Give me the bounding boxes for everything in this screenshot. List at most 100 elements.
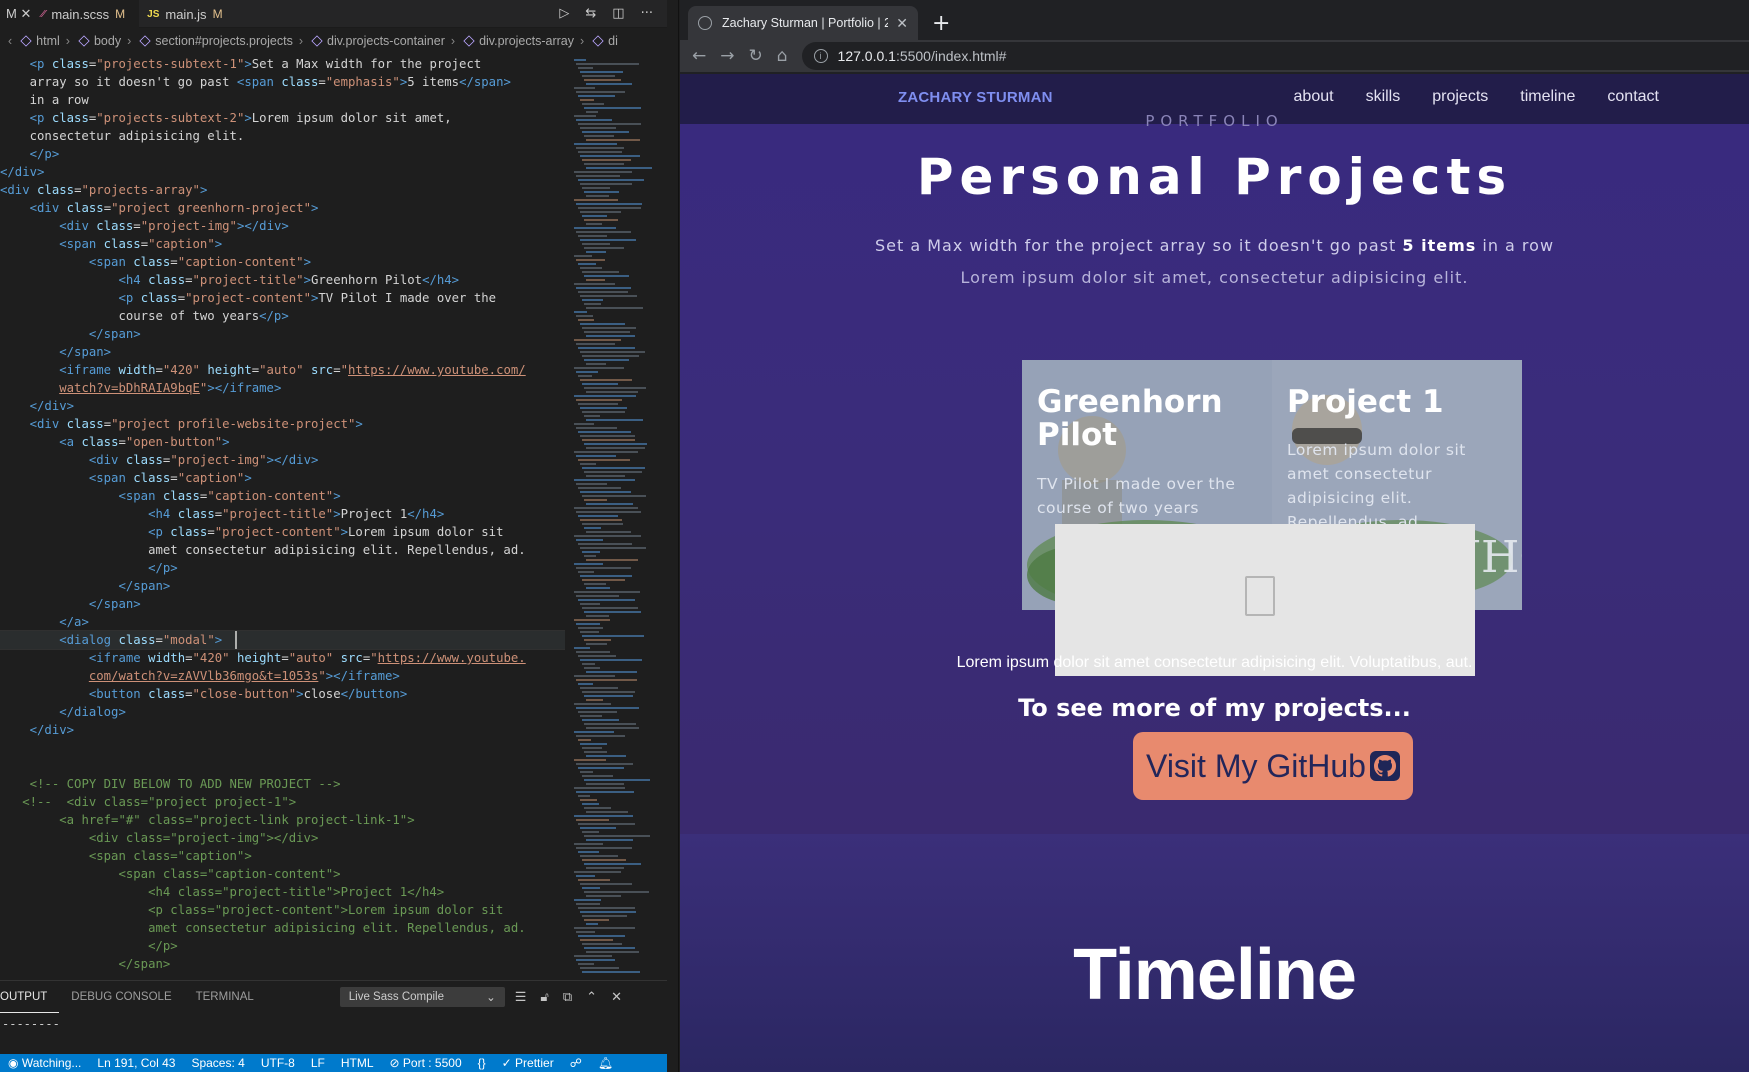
code-line[interactable]: <h4 class="project-title">Project 1</h4>: [0, 883, 565, 901]
breadcrumb-item[interactable]: › div.projects-container: [293, 34, 445, 48]
minimap[interactable]: [572, 55, 652, 975]
code-area[interactable]: <p class="projects-subtext-1">Set a Max …: [0, 55, 565, 975]
code-line[interactable]: <div class="project-img"></div>: [0, 451, 565, 469]
code-line[interactable]: <iframe width="420" height="auto" src="h…: [0, 361, 565, 379]
tab-output[interactable]: OUTPUT: [0, 981, 60, 1013]
home-icon[interactable]: ⌂: [777, 46, 788, 66]
nav-contact[interactable]: contact: [1607, 88, 1659, 106]
code-line[interactable]: <iframe width="420" height="auto" src="h…: [0, 649, 565, 667]
compare-icon[interactable]: ⇆: [585, 6, 596, 21]
live-server-port[interactable]: ⊘ Port : 5500: [390, 1056, 462, 1070]
back-icon[interactable]: ←: [692, 46, 706, 66]
code-line[interactable]: </div>: [0, 721, 565, 739]
prettier-status[interactable]: ✓ Prettier: [502, 1056, 554, 1070]
code-line[interactable]: <button class="close-button">close</butt…: [0, 685, 565, 703]
code-line[interactable]: <!-- COPY DIV BELOW TO ADD NEW PROJECT -…: [0, 775, 565, 793]
code-line[interactable]: </span>: [0, 325, 565, 343]
site-info-icon[interactable]: i: [813, 49, 828, 63]
end-of-line[interactable]: LF: [311, 1056, 325, 1070]
code-line[interactable]: <a href="#" class="project-link project-…: [0, 811, 565, 829]
cursor-position[interactable]: Ln 191, Col 43: [97, 1056, 175, 1070]
code-line[interactable]: array so it doesn't go past <span class=…: [0, 73, 565, 91]
code-line[interactable]: </p>: [0, 145, 565, 163]
copy-icon[interactable]: ⧉: [563, 989, 572, 1005]
code-line[interactable]: <span class="caption-content">: [0, 487, 565, 505]
close-icon[interactable]: M ✕: [0, 0, 34, 28]
new-tab-button[interactable]: +: [932, 11, 950, 36]
code-line[interactable]: <dialog class="modal">: [0, 630, 565, 650]
code-line[interactable]: </p>: [0, 559, 565, 577]
code-line[interactable]: <span class="caption">: [0, 847, 565, 865]
breadcrumb-item[interactable]: › div.projects-array: [445, 34, 574, 48]
bell-icon[interactable]: 🔔︎: [598, 1056, 613, 1070]
address-bar[interactable]: i 127.0.0.1:5500/index.html#: [801, 42, 1749, 70]
run-icon[interactable]: ▷: [559, 6, 569, 21]
breadcrumb-item[interactable]: ‹ html: [2, 34, 60, 48]
code-line[interactable]: amet consectetur adipisicing elit. Repel…: [0, 919, 565, 937]
reload-icon[interactable]: ↻: [749, 46, 763, 66]
code-line[interactable]: </a>: [0, 613, 565, 631]
code-line[interactable]: </span>: [0, 955, 565, 973]
code-line[interactable]: <h4 class="project-title">Greenhorn Pilo…: [0, 271, 565, 289]
close-tab-icon[interactable]: ✕: [896, 15, 908, 32]
split-editor-icon[interactable]: ◫: [612, 6, 624, 21]
indentation[interactable]: Spaces: 4: [191, 1056, 244, 1070]
code-line[interactable]: <div class="project-img"></div>: [0, 829, 565, 847]
code-line[interactable]: <div class="project profile-website-proj…: [0, 415, 565, 433]
code-line[interactable]: <a class="open-button">: [0, 433, 565, 451]
close-panel-icon[interactable]: ✕: [611, 989, 622, 1005]
code-line[interactable]: </p>: [0, 937, 565, 955]
maximize-panel-icon[interactable]: ⌃: [586, 989, 597, 1005]
code-line[interactable]: course of two years</p>: [0, 307, 565, 325]
clear-output-icon[interactable]: ☰: [515, 989, 527, 1005]
forward-icon[interactable]: →: [720, 46, 734, 66]
encoding[interactable]: UTF-8: [261, 1056, 295, 1070]
tab-debug-console[interactable]: DEBUG CONSOLE: [71, 981, 183, 1013]
code-line[interactable]: amet consectetur adipisicing elit. Repel…: [0, 541, 565, 559]
tab-terminal[interactable]: TERMINAL: [196, 981, 266, 1013]
code-line[interactable]: <p class="project-content">Lorem ipsum d…: [0, 523, 565, 541]
code-line[interactable]: </div>: [0, 163, 565, 181]
code-line[interactable]: </dialog>: [0, 703, 565, 721]
code-line[interactable]: <!-- <div class="project project-1">: [0, 793, 565, 811]
nav-about[interactable]: about: [1294, 88, 1334, 106]
breadcrumb-item[interactable]: › di: [574, 34, 618, 48]
code-line[interactable]: <p class="project-content">TV Pilot I ma…: [0, 289, 565, 307]
nav-skills[interactable]: skills: [1366, 88, 1401, 106]
code-line[interactable]: </span>: [0, 577, 565, 595]
browser-tab[interactable]: Zachary Sturman | Portfolio | 2 ✕: [688, 6, 918, 40]
code-line[interactable]: <span class="caption-content">: [0, 253, 565, 271]
site-brand[interactable]: ZACHARY STURMAN: [898, 89, 1053, 106]
code-line[interactable]: <span class="caption">: [0, 469, 565, 487]
code-line[interactable]: [0, 757, 565, 775]
code-line[interactable]: com/watch?v=zAVVlb36mgo&t=1053s"></ifram…: [0, 667, 565, 685]
breadcrumb-item[interactable]: › body: [60, 34, 121, 48]
code-line[interactable]: <div class="projects-array">: [0, 181, 565, 199]
lock-icon[interactable]: 🔓︎: [540, 989, 548, 1005]
feedback-icon[interactable]: ☍: [570, 1056, 582, 1070]
more-icon[interactable]: ···: [641, 6, 653, 21]
tab-main-scss[interactable]: ⁄⁄ main.scss M: [34, 0, 140, 28]
code-line[interactable]: </span>: [0, 343, 565, 361]
code-line[interactable]: <span class="caption">: [0, 235, 565, 253]
nav-projects[interactable]: projects: [1432, 88, 1488, 106]
code-line[interactable]: </span>: [0, 595, 565, 613]
code-line[interactable]: <p class="project-content">Lorem ipsum d…: [0, 901, 565, 919]
code-line[interactable]: <div class="project-img"></div>: [0, 217, 565, 235]
code-line[interactable]: <p class="projects-subtext-1">Set a Max …: [0, 55, 565, 73]
code-line[interactable]: in a row: [0, 91, 565, 109]
breadcrumb-item[interactable]: › section#projects.projects: [121, 34, 293, 48]
language-mode[interactable]: HTML: [341, 1056, 374, 1070]
code-line[interactable]: </div>: [0, 397, 565, 415]
code-line[interactable]: consectetur adipisicing elit.: [0, 127, 565, 145]
code-line[interactable]: <h4 class="project-title">Project 1</h4>: [0, 505, 565, 523]
code-line[interactable]: <p class="projects-subtext-2">Lorem ipsu…: [0, 109, 565, 127]
braces-icon[interactable]: {}: [478, 1056, 486, 1070]
code-line[interactable]: <div class="project greenhorn-project">: [0, 199, 565, 217]
code-line[interactable]: [0, 739, 565, 757]
tab-main-js[interactable]: JS main.js M: [139, 0, 236, 28]
github-button[interactable]: Visit My GitHub: [1133, 732, 1413, 800]
code-line[interactable]: <span class="caption-content">: [0, 865, 565, 883]
output-channel-select[interactable]: Live Sass Compile ⌄: [339, 987, 505, 1007]
sass-watch-status[interactable]: ◉ Watching...: [8, 1056, 81, 1070]
